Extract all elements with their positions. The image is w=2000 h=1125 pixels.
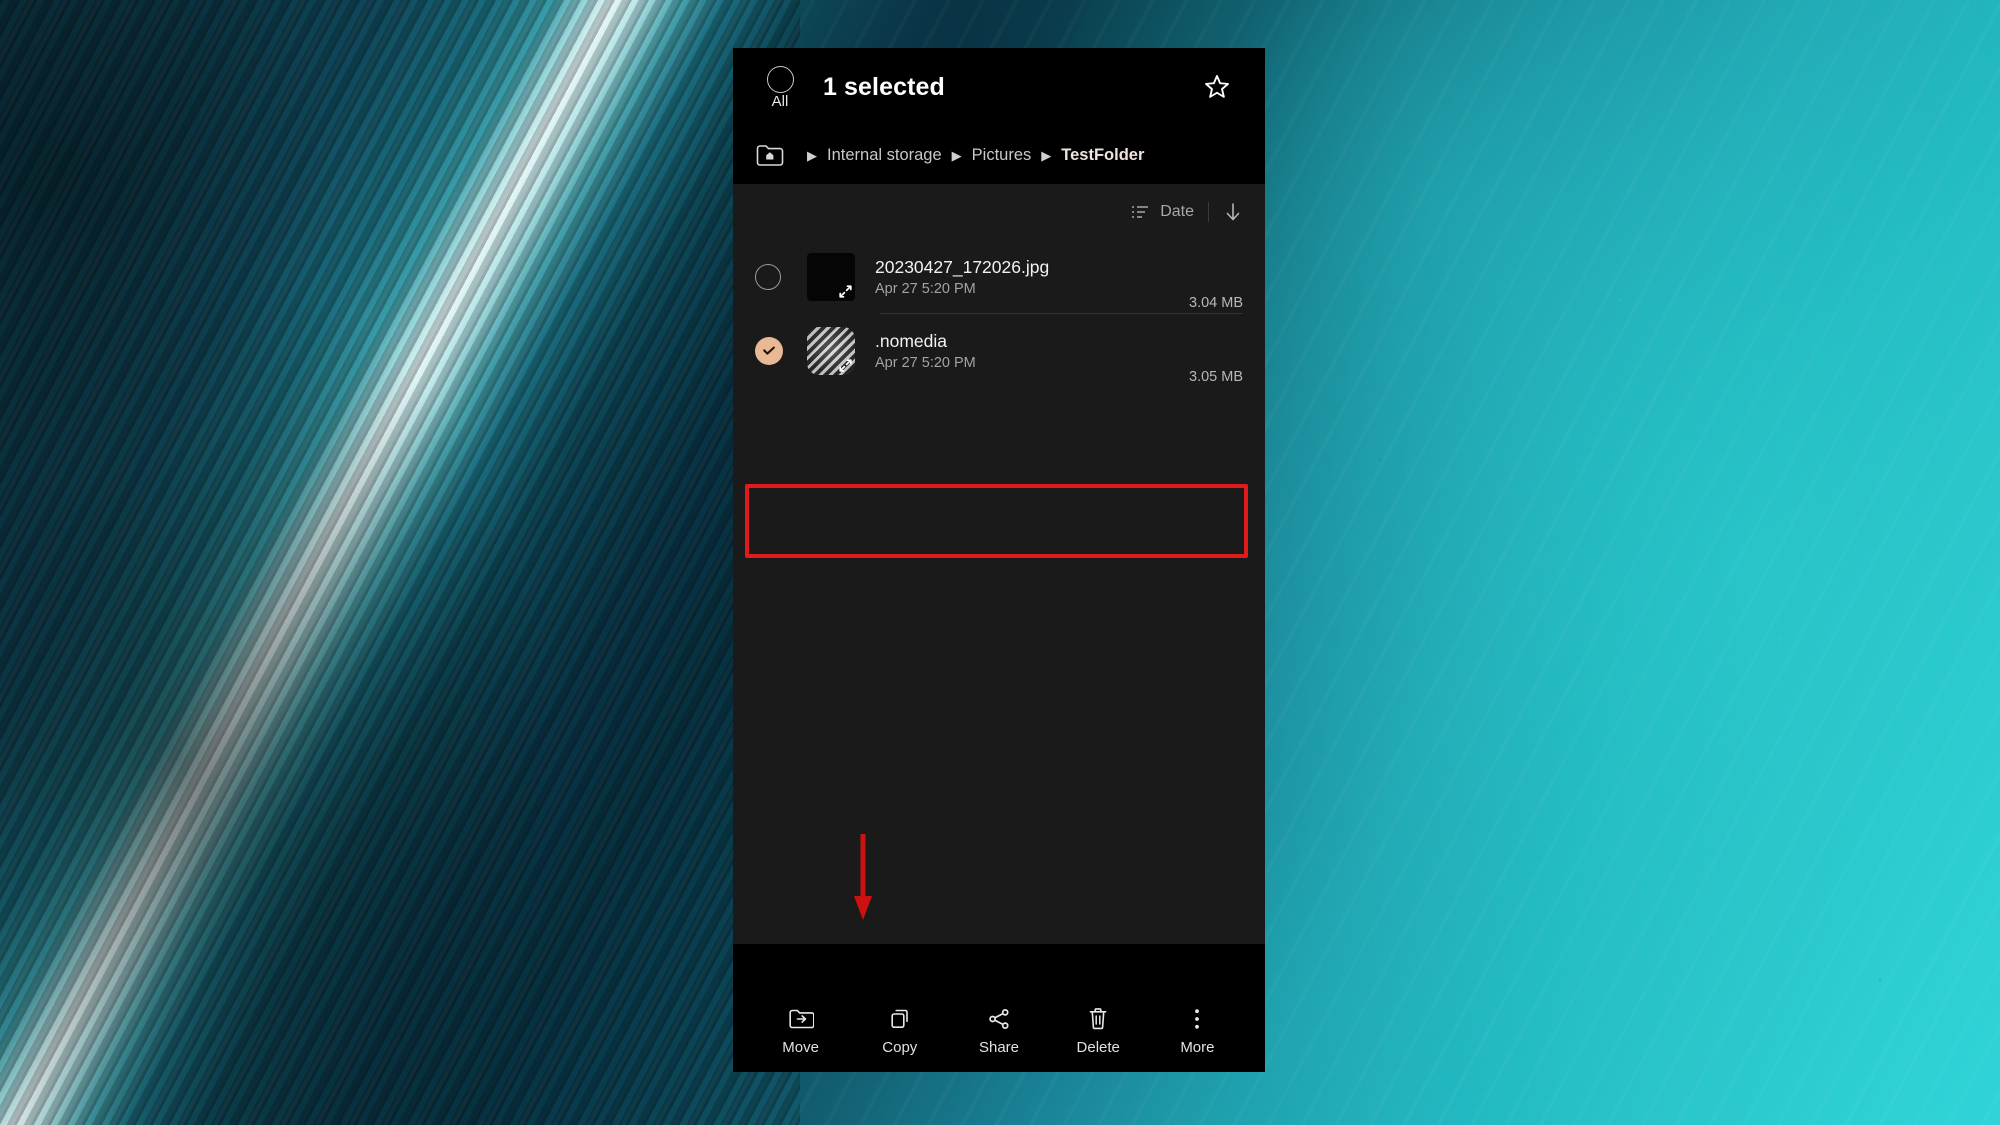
star-icon — [1205, 75, 1229, 98]
selection-action-bar: All 1 selected — [733, 48, 1265, 126]
copy-label: Copy — [882, 1038, 918, 1056]
breadcrumb-item-testfolder[interactable]: TestFolder — [1061, 146, 1144, 165]
share-button[interactable]: Share — [949, 1006, 1048, 1055]
list-item[interactable]: 20230427_172026.jpg Apr 27 5:20 PM 3.04 … — [733, 240, 1265, 314]
expand-icon[interactable] — [836, 282, 854, 300]
breadcrumb-item-internal-storage[interactable]: Internal storage — [827, 146, 942, 165]
delete-button[interactable]: Delete — [1049, 1006, 1148, 1055]
list-item[interactable]: .nomedia Apr 27 5:20 PM 3.05 MB — [733, 314, 1265, 388]
circle-unchecked-icon — [755, 264, 781, 290]
move-to-folder-icon — [788, 1006, 814, 1032]
move-label: Move — [782, 1038, 819, 1056]
checkmark-icon — [763, 346, 775, 355]
share-label: Share — [978, 1038, 1020, 1056]
sort-field-label[interactable]: Date — [1160, 203, 1194, 221]
file-name: .nomedia — [875, 331, 947, 351]
favorite-button[interactable] — [1195, 65, 1239, 109]
breadcrumb: ▶ Internal storage ▶ Pictures ▶ TestFold… — [733, 126, 1265, 184]
circle-unchecked-icon — [766, 65, 794, 93]
more-label: More — [1180, 1038, 1215, 1056]
sort-direction-button[interactable] — [1223, 201, 1243, 223]
select-all-button[interactable]: All — [753, 65, 807, 110]
file-date: Apr 27 5:20 PM — [875, 355, 976, 371]
share-icon — [987, 1006, 1011, 1032]
move-button[interactable]: Move — [751, 1006, 850, 1055]
bottom-action-toolbar: Move Copy Share Delete More — [733, 988, 1265, 1072]
file-thumbnail — [807, 327, 855, 375]
file-thumbnail — [807, 253, 855, 301]
file-size: 3.04 MB — [1189, 295, 1243, 311]
page-title: 1 selected — [823, 72, 945, 101]
copy-icon — [888, 1006, 912, 1032]
sort-button[interactable] — [1129, 202, 1151, 222]
sort-bar: Date — [733, 184, 1265, 240]
file-manager-window: All 1 selected ▶ Internal storage ▶ Pict… — [733, 48, 1265, 1072]
home-folder-button[interactable] — [755, 142, 785, 168]
breadcrumb-separator-1: ▶ — [807, 147, 817, 163]
trash-icon — [1086, 1006, 1110, 1032]
arrow-down-icon — [1226, 203, 1240, 221]
annotation-arrow-down — [854, 834, 872, 920]
file-size: 3.05 MB — [1189, 369, 1243, 385]
expand-arrows-icon — [838, 358, 852, 372]
more-button[interactable]: More — [1148, 1006, 1247, 1055]
select-all-label: All — [771, 92, 789, 110]
expand-arrows-icon — [838, 284, 852, 298]
delete-label: Delete — [1076, 1038, 1120, 1056]
file-name: 20230427_172026.jpg — [875, 257, 1050, 277]
annotation-highlight-box — [745, 484, 1248, 558]
row-checkbox-selected[interactable] — [755, 337, 807, 365]
breadcrumb-separator-3: ▶ — [1041, 147, 1052, 163]
home-folder-icon — [756, 145, 784, 166]
circle-checked-icon — [755, 337, 783, 365]
overflow-menu-icon — [1187, 1006, 1207, 1032]
sort-divider — [1208, 202, 1209, 222]
expand-icon[interactable] — [836, 356, 854, 374]
file-info: 20230427_172026.jpg Apr 27 5:20 PM — [875, 257, 1177, 297]
row-checkbox-unselected[interactable] — [755, 264, 807, 290]
app-header: All 1 selected ▶ Internal storage ▶ Pict… — [733, 48, 1265, 184]
file-info: .nomedia Apr 27 5:20 PM — [875, 331, 1177, 371]
breadcrumb-separator-2: ▶ — [951, 147, 962, 163]
breadcrumb-item-pictures[interactable]: Pictures — [972, 146, 1032, 165]
copy-button[interactable]: Copy — [850, 1006, 949, 1055]
sort-icon — [1132, 206, 1149, 218]
file-list-area: Date 20230427_172026.jpg Apr 27 5:20 PM … — [733, 184, 1265, 944]
file-date: Apr 27 5:20 PM — [875, 281, 976, 297]
